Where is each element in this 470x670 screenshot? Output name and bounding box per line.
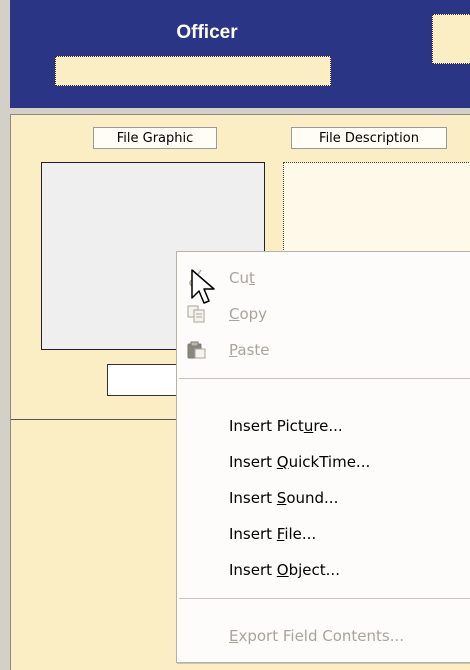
menu-item-paste-label: Paste [229, 341, 270, 359]
header-band: Officer [10, 0, 470, 109]
menu-item-cut[interactable]: Cut [177, 260, 470, 296]
menu-item-copy[interactable]: Copy [177, 296, 470, 332]
menu-item-export-label: Export Field Contents... [229, 627, 405, 645]
file-description-label: File Description [291, 127, 447, 149]
context-menu: Cut Copy Paste Insert Picture... Insert … [176, 251, 470, 663]
file-graphic-label: File Graphic [93, 127, 217, 149]
menu-item-insert-file[interactable]: Insert File... [177, 516, 470, 552]
menu-item-insert-sound[interactable]: Insert Sound... [177, 480, 470, 516]
menu-item-insert-file-label: Insert File... [229, 525, 317, 543]
menu-item-insert-quicktime[interactable]: Insert QuickTime... [177, 444, 470, 480]
menu-item-export-field-contents[interactable]: Export Field Contents... [177, 618, 470, 654]
menu-item-insert-picture-label: Insert Picture... [229, 417, 343, 435]
section-rule [11, 419, 181, 420]
menu-separator [179, 598, 470, 599]
officer-field[interactable] [55, 56, 331, 86]
menu-item-copy-label: Copy [229, 305, 268, 323]
paste-icon [187, 341, 206, 359]
window-left-edge [0, 0, 10, 670]
menu-item-insert-sound-label: Insert Sound... [229, 489, 339, 507]
officer-label: Officer [176, 22, 238, 43]
menu-item-insert-quicktime-label: Insert QuickTime... [229, 453, 371, 471]
menu-item-insert-object-label: Insert Object... [229, 561, 340, 579]
menu-item-paste[interactable]: Paste [177, 332, 470, 368]
menu-separator [179, 378, 470, 379]
menu-item-cut-label: Cut [229, 269, 255, 287]
menu-item-insert-picture[interactable]: Insert Picture... [177, 408, 470, 444]
menu-item-insert-object[interactable]: Insert Object... [177, 552, 470, 588]
mouse-pointer-icon [191, 269, 215, 304]
header-right-field[interactable] [432, 14, 470, 64]
